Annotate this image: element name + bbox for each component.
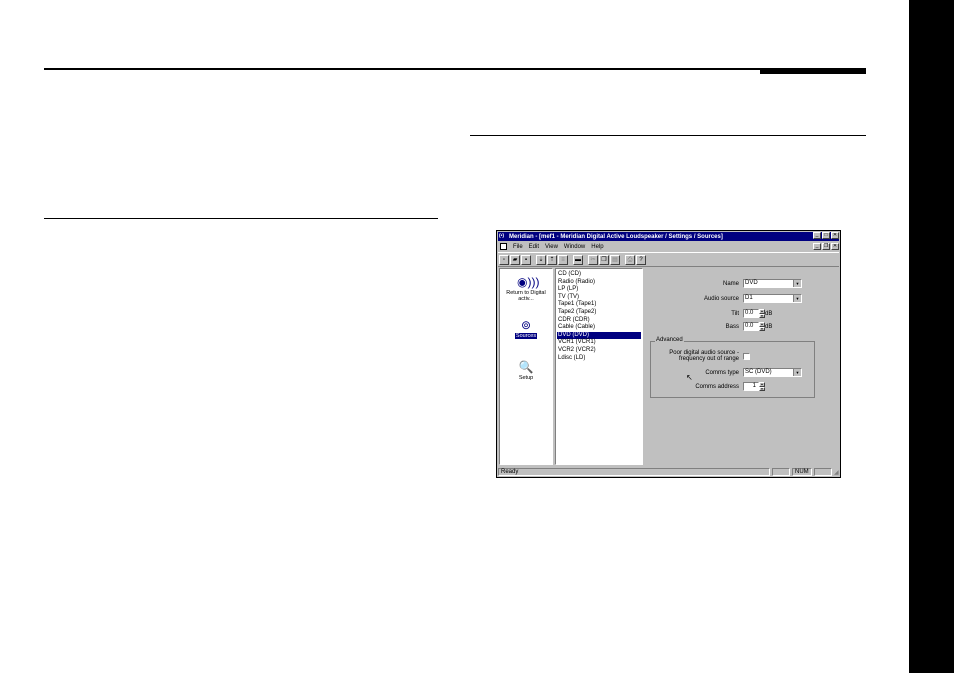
save-icon[interactable]: ▪ bbox=[521, 254, 531, 265]
minimize-button[interactable]: _ bbox=[813, 232, 821, 239]
top-rule-thick bbox=[760, 68, 866, 74]
poor-digital-label-line2: frequency out of range bbox=[678, 356, 739, 362]
title-bar[interactable]: (•) Meridian - [mef1 - Meridian Digital … bbox=[498, 232, 839, 241]
navigation-pane: ◉))) Return to Digital activ... ⊚ Source… bbox=[499, 268, 553, 465]
status-text: Ready bbox=[498, 468, 770, 476]
poor-digital-checkbox[interactable] bbox=[743, 352, 750, 360]
list-item[interactable]: Cable (Cable) bbox=[557, 324, 641, 332]
window-controls: _ □ ✕ bbox=[813, 232, 839, 239]
new-icon[interactable]: ▫ bbox=[499, 254, 509, 265]
nav-label-setup: Setup bbox=[518, 375, 534, 381]
compare-icon[interactable]: ≡ bbox=[558, 254, 568, 265]
list-item[interactable]: LP (LP) bbox=[557, 286, 641, 294]
bass-label: Bass bbox=[725, 323, 739, 330]
chevron-down-icon[interactable]: ▼ bbox=[793, 369, 801, 376]
comms-type-label: Comms type bbox=[705, 369, 739, 376]
list-item[interactable]: VCR2 (VCR2) bbox=[557, 347, 641, 355]
nav-item-setup[interactable]: 🔍 Setup bbox=[500, 360, 552, 381]
section-rule-left bbox=[44, 218, 438, 219]
bass-field[interactable]: 0.0 bbox=[743, 322, 759, 331]
status-num: NUM bbox=[792, 468, 812, 476]
toolbar: ▫ ▰ ▪ ⇣ ⇡ ≡ ▬ ✂ ❐ ▤ ⎙ ? bbox=[498, 252, 839, 267]
speaker-icon: ◉))) bbox=[517, 275, 540, 289]
send-icon[interactable]: ▬ bbox=[573, 254, 583, 265]
upload-icon[interactable]: ⇡ bbox=[547, 254, 557, 265]
section-rule-right bbox=[470, 135, 866, 136]
menu-window[interactable]: Window bbox=[564, 244, 585, 250]
list-item[interactable]: Ldisc (LD) bbox=[557, 355, 641, 363]
sources-list: CD (CD) Radio (Radio) LP (LP) TV (TV) Ta… bbox=[555, 268, 693, 465]
sources-icon: ⊚ bbox=[520, 318, 532, 332]
list-item[interactable]: CD (CD) bbox=[557, 271, 641, 279]
list-item-selected[interactable]: DVD (DVD) bbox=[557, 331, 641, 340]
chevron-down-icon[interactable]: ▼ bbox=[793, 280, 801, 287]
list-item[interactable]: TV (TV) bbox=[557, 294, 641, 302]
status-cell-scroll bbox=[814, 468, 832, 476]
name-combo[interactable]: DVD ▼ bbox=[743, 279, 802, 288]
open-icon[interactable]: ▰ bbox=[510, 254, 520, 265]
list-item[interactable]: CDR (CDR) bbox=[557, 317, 641, 325]
tilt-label: Tilt bbox=[731, 310, 739, 317]
list-item[interactable]: VCR1 (VCR1) bbox=[557, 339, 641, 347]
comms-address-spinner[interactable]: ▲ ▼ bbox=[759, 382, 765, 391]
resize-grip-icon[interactable]: ◢ bbox=[834, 469, 839, 476]
menu-file[interactable]: File bbox=[513, 244, 523, 250]
audio-source-label: Audio source bbox=[703, 295, 739, 302]
page-edge-tab bbox=[909, 0, 954, 673]
app-window: (•) Meridian - [mef1 - Meridian Digital … bbox=[496, 230, 841, 478]
copy-icon[interactable]: ❐ bbox=[599, 254, 609, 265]
menu-bar: File Edit View Window Help bbox=[498, 242, 839, 251]
top-rule bbox=[44, 68, 866, 70]
advanced-group: Advanced Poor digital audio source - fre… bbox=[650, 337, 815, 398]
menu-edit[interactable]: Edit bbox=[529, 244, 539, 250]
tilt-unit: dB bbox=[765, 310, 773, 317]
menu-view[interactable]: View bbox=[545, 244, 558, 250]
name-label: Name bbox=[722, 280, 739, 287]
help-icon[interactable]: ? bbox=[636, 254, 646, 265]
nav-label-sources: Sources bbox=[514, 333, 538, 339]
status-cell-caps bbox=[772, 468, 790, 476]
document-window-controls: _ ❐ ✕ bbox=[813, 243, 839, 250]
doc-close-button[interactable]: ✕ bbox=[831, 243, 839, 250]
chevron-down-icon[interactable]: ▼ bbox=[793, 295, 801, 302]
advanced-group-title: Advanced bbox=[655, 337, 684, 343]
bass-unit: dB bbox=[765, 323, 773, 330]
comms-type-value: SC (DVD) bbox=[745, 369, 772, 375]
comms-address-field[interactable]: 1 bbox=[743, 382, 759, 391]
name-value: DVD bbox=[745, 280, 758, 286]
doc-minimize-button[interactable]: _ bbox=[813, 243, 821, 250]
audio-source-combo[interactable]: D1 ▼ bbox=[743, 294, 802, 303]
comms-address-label: Comms address bbox=[695, 383, 739, 390]
list-item[interactable]: Radio (Radio) bbox=[557, 279, 641, 287]
document-icon[interactable] bbox=[500, 243, 507, 250]
window-title: Meridian - [mef1 - Meridian Digital Acti… bbox=[509, 233, 723, 240]
menu-help[interactable]: Help bbox=[591, 244, 603, 250]
app-icon: (•) bbox=[499, 233, 505, 239]
magnifier-icon: 🔍 bbox=[518, 360, 534, 374]
nav-label-return: Return to Digital activ... bbox=[506, 290, 546, 302]
download-icon[interactable]: ⇣ bbox=[536, 254, 546, 265]
audio-source-value: D1 bbox=[745, 295, 753, 301]
doc-restore-button[interactable]: ❐ bbox=[822, 243, 830, 250]
cut-icon[interactable]: ✂ bbox=[588, 254, 598, 265]
close-button[interactable]: ✕ bbox=[831, 232, 839, 239]
comms-type-combo[interactable]: SC (DVD) ▼ bbox=[743, 368, 802, 377]
tilt-field[interactable]: 0.0 bbox=[743, 309, 759, 318]
source-settings-form: Name DVD ▼ Audio source D1 ▼ Tilt 0.0 ▲ ▼… bbox=[645, 268, 839, 465]
print-icon[interactable]: ⎙ bbox=[625, 254, 635, 265]
paste-icon[interactable]: ▤ bbox=[610, 254, 620, 265]
maximize-button[interactable]: □ bbox=[822, 232, 830, 239]
list-item[interactable]: Tape1 (Tape1) bbox=[557, 301, 641, 309]
nav-item-return[interactable]: ◉))) Return to Digital activ... bbox=[500, 275, 552, 302]
status-bar: Ready NUM ◢ bbox=[498, 467, 839, 477]
list-item[interactable]: Tape2 (Tape2) bbox=[557, 309, 641, 317]
nav-item-sources[interactable]: ⊚ Sources bbox=[500, 318, 552, 339]
